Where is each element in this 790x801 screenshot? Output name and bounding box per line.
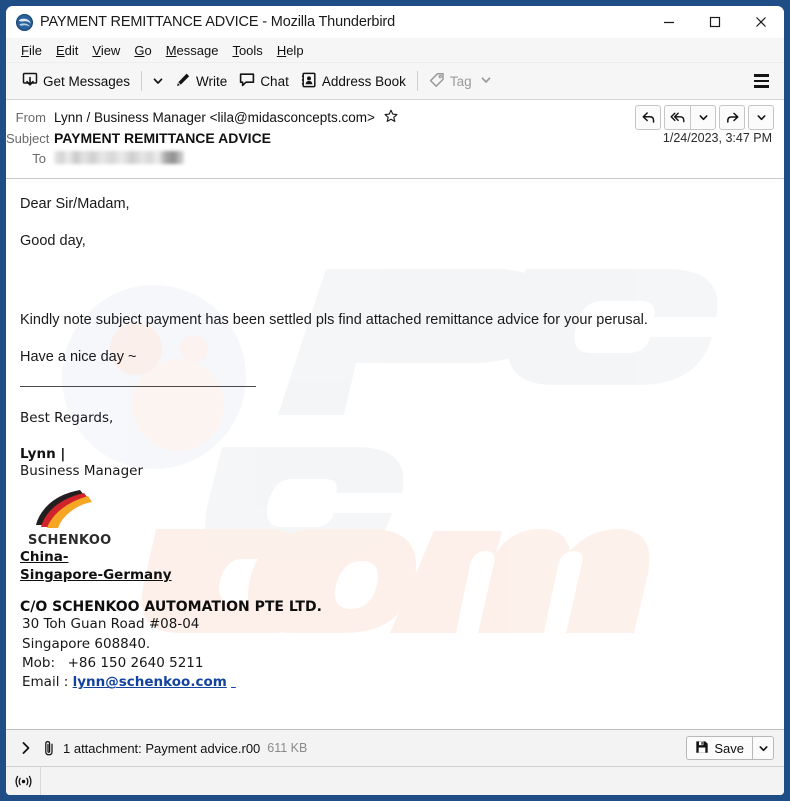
to-label: To: [32, 151, 46, 166]
to-value-redacted[interactable]: [54, 151, 184, 166]
subject-label: Subject: [6, 131, 50, 146]
hamburger-menu-icon: [753, 79, 769, 83]
region-line-1: China-: [20, 548, 69, 565]
tag-label: Tag: [449, 73, 472, 89]
region-line-2: Singapore-Germany: [20, 567, 172, 584]
menu-view[interactable]: View: [85, 41, 127, 60]
star-outline-icon[interactable]: [384, 109, 398, 126]
maximize-button[interactable]: [692, 6, 738, 38]
regards-line: Best Regards,: [20, 409, 114, 426]
message-header: From Lynn / Business Manager <lila@midas…: [6, 100, 784, 179]
pencil-icon: [175, 72, 191, 91]
signer-name: Lynn |: [20, 445, 66, 462]
chat-bubble-icon: [239, 72, 255, 91]
save-dropdown[interactable]: [752, 736, 774, 760]
hamburger-menu-icon: [753, 85, 769, 88]
menu-bar: File Edit View Go Message Tools Help: [6, 38, 784, 63]
minimize-button[interactable]: [646, 6, 692, 38]
menu-file[interactable]: File: [14, 41, 49, 60]
more-actions-dropdown[interactable]: [748, 105, 774, 130]
mobile-value: +86 150 2640 5211: [67, 654, 204, 671]
address-line-1: 30 Toh Guan Road #08-04: [22, 616, 200, 633]
status-bar: [6, 766, 784, 795]
schenkoo-logo-text: SCHENKOO: [28, 532, 112, 548]
from-value: Lynn / Business Manager <lila@midasconce…: [54, 109, 398, 126]
attachment-summary: 1 attachment: Payment advice.r00: [63, 740, 261, 756]
main-toolbar: Get Messages Write Chat Address Book Tag: [6, 63, 784, 100]
address-book-button[interactable]: Address Book: [295, 68, 412, 95]
toolbar-divider-2: [416, 71, 418, 91]
menu-edit[interactable]: Edit: [49, 41, 85, 60]
signature-separator: [20, 385, 256, 387]
email-label: Email :: [22, 674, 69, 691]
write-button[interactable]: Write: [169, 68, 233, 95]
tag-button[interactable]: Tag: [423, 68, 498, 95]
close-button[interactable]: [738, 6, 784, 38]
subject-value: PAYMENT REMITTANCE ADVICE: [54, 130, 272, 146]
menu-tools[interactable]: Tools: [225, 41, 269, 60]
address-line-2: Singapore 608840.: [22, 635, 151, 652]
address-book-label: Address Book: [321, 73, 406, 89]
reply-button[interactable]: [635, 105, 661, 130]
attachment-expander[interactable]: [18, 741, 34, 755]
closing-wish: Have a nice day ~: [20, 349, 137, 366]
message-date: 1/24/2023, 3:47 PM: [662, 131, 772, 145]
from-label: From: [15, 110, 46, 125]
chat-label: Chat: [260, 73, 289, 89]
body-paragraph: Kindly note subject payment has been set…: [20, 312, 648, 329]
address-book-icon: [301, 72, 317, 91]
mobile-line: Mob: +86 150 2640 5211: [20, 654, 770, 673]
company-name: C/O SCHENKOO AUTOMATION PTE LTD.: [20, 599, 322, 616]
chevron-down-icon: [480, 74, 492, 89]
hamburger-menu-icon: [753, 74, 769, 77]
save-attachment-button[interactable]: Save: [686, 736, 752, 760]
window-title: PAYMENT REMITTANCE ADVICE - Mozilla Thun…: [40, 14, 396, 30]
reply-all-group: [664, 105, 716, 130]
greeting: Dear Sir/Madam,: [20, 196, 130, 212]
email-line: Email : lynn@schenkoo.com: [20, 673, 770, 692]
tag-icon: [429, 72, 445, 91]
get-messages-dropdown[interactable]: [147, 71, 169, 91]
title-bar: PAYMENT REMITTANCE ADVICE - Mozilla Thun…: [6, 6, 784, 38]
forward-button[interactable]: [719, 105, 745, 130]
message-actions: [635, 105, 774, 130]
reply-more-dropdown[interactable]: [690, 105, 716, 130]
salutation: Good day,: [20, 233, 86, 250]
menu-help[interactable]: Help: [270, 41, 311, 60]
paperclip-icon: [42, 740, 56, 756]
chat-button[interactable]: Chat: [233, 68, 295, 95]
to-row: To: [6, 150, 784, 171]
inbox-download-icon: [22, 72, 38, 91]
attachment-size: 611 KB: [267, 741, 308, 755]
schenkoo-logo: SCHENKOO: [28, 487, 770, 548]
email-link[interactable]: lynn@schenkoo.com: [73, 674, 227, 690]
toolbar-divider-1: [141, 71, 143, 91]
signer-title: Business Manager: [20, 462, 143, 479]
get-messages-button[interactable]: Get Messages: [16, 68, 136, 95]
write-label: Write: [196, 73, 228, 89]
message-body: Dear Sir/Madam, Good day, Kindly note su…: [6, 179, 784, 729]
thunderbird-icon: [16, 13, 33, 31]
menu-go[interactable]: Go: [127, 41, 158, 60]
window-controls: [646, 6, 784, 38]
from-address[interactable]: Lynn / Business Manager <lila@midasconce…: [54, 110, 375, 125]
broadcast-icon[interactable]: [6, 767, 41, 795]
mobile-label: Mob:: [22, 654, 56, 671]
save-label: Save: [714, 740, 744, 756]
reply-all-button[interactable]: [664, 105, 690, 130]
redacted-recipient: [54, 151, 184, 164]
thunderbird-window: PAYMENT REMITTANCE ADVICE - Mozilla Thun…: [6, 6, 784, 795]
menu-message[interactable]: Message: [159, 41, 226, 60]
save-attachment-group: Save: [686, 736, 774, 760]
save-disk-icon: [695, 740, 709, 757]
attachment-bar: 1 attachment: Payment advice.r00 611 KB …: [6, 729, 784, 766]
app-menu-button[interactable]: [750, 70, 772, 92]
get-messages-label: Get Messages: [43, 73, 131, 89]
